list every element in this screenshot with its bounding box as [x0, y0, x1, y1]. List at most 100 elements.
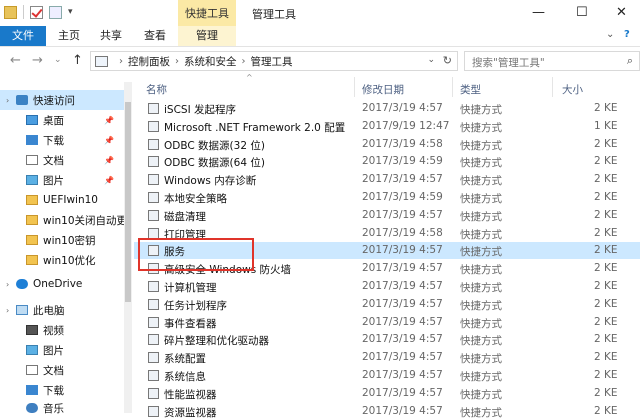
onedrive-icon — [16, 279, 28, 289]
download-icon — [26, 135, 38, 145]
file-size: 1 KE — [594, 119, 618, 132]
nav-item-pc-pictures[interactable]: 图片 — [0, 340, 132, 360]
file-row[interactable]: 性能监视器 2017/3/19 4:57 快捷方式 2 KE — [134, 385, 640, 402]
address-dropdown-button[interactable]: ⌄ — [427, 55, 435, 65]
nav-item-downloads[interactable]: 下载 📌 — [0, 130, 132, 150]
expander-icon[interactable]: › — [6, 96, 9, 105]
nav-item-uefiwin10[interactable]: UEFIwin10 — [0, 190, 132, 210]
file-type: 快捷方式 — [460, 193, 502, 205]
minimize-button[interactable]: — — [532, 5, 545, 20]
shortcut-icon — [148, 316, 159, 328]
file-type: 快捷方式 — [460, 157, 502, 170]
file-size: 2 KE — [594, 315, 618, 328]
file-size: 2 KE — [594, 226, 618, 239]
search-input[interactable]: 搜索"管理工具" ⌕ — [464, 51, 640, 71]
breadcrumb-admin-tools[interactable]: 管理工具 — [251, 54, 293, 69]
nav-item-documents[interactable]: 文档 📌 — [0, 150, 132, 170]
shortcut-icon — [148, 334, 159, 346]
search-icon[interactable]: ⌕ — [627, 54, 633, 68]
properties-icon[interactable] — [30, 5, 43, 19]
column-header-size[interactable]: 大小 — [562, 82, 583, 97]
refresh-icon[interactable]: ↻ — [443, 54, 452, 67]
file-type: 快捷方式 — [460, 299, 502, 312]
breadcrumb-separator[interactable]: › — [242, 56, 246, 67]
file-row[interactable]: Windows 内存诊断 2017/3/19 4:57 快捷方式 2 KE — [134, 171, 640, 188]
shortcut-icon — [148, 120, 159, 132]
expander-icon[interactable]: › — [6, 280, 9, 289]
column-divider[interactable] — [354, 77, 355, 97]
up-button[interactable]: ↑ — [72, 53, 83, 68]
nav-item-pc-documents[interactable]: 文档 — [0, 360, 132, 380]
file-row[interactable]: 任务计划程序 2017/3/19 4:57 快捷方式 2 KE — [134, 296, 640, 313]
nav-scrollbar-thumb[interactable] — [125, 102, 131, 302]
file-row[interactable]: 计算机管理 2017/3/19 4:57 快捷方式 2 KE — [134, 278, 640, 295]
nav-item-videos[interactable]: 视频 — [0, 320, 132, 340]
file-row[interactable]: 系统信息 2017/3/19 4:57 快捷方式 2 KE — [134, 367, 640, 384]
file-name: 任务计划程序 — [164, 299, 227, 312]
file-date: 2017/3/19 4:58 — [362, 137, 443, 150]
quick-access-toolbar: ▾ — [4, 5, 73, 19]
file-row[interactable]: ODBC 数据源(64 位) 2017/3/19 4:59 快捷方式 2 KE — [134, 153, 640, 170]
new-folder-icon[interactable] — [49, 5, 62, 19]
nav-item-win10-disable-update[interactable]: win10关闭自动更 — [0, 210, 132, 230]
address-field[interactable]: › 控制面板 › 系统和安全 › 管理工具 ⌄ ↻ — [90, 51, 458, 71]
nav-scrollbar[interactable] — [124, 82, 132, 413]
file-size: 2 KE — [594, 262, 618, 275]
tab-manage[interactable]: 管理 — [178, 26, 236, 46]
pin-icon: 📌 — [104, 135, 114, 145]
ribbon-expand-button[interactable]: ⌄ — [606, 29, 614, 40]
breadcrumb-system-security[interactable]: 系统和安全 — [184, 54, 237, 69]
nav-item-music[interactable]: 音乐 — [0, 398, 132, 418]
close-button[interactable]: ✕ — [616, 5, 627, 20]
shortcut-icon — [148, 103, 159, 114]
file-type: 快捷方式 — [460, 335, 502, 348]
file-size: 2 KE — [594, 155, 618, 168]
file-type: 快捷方式 — [460, 121, 502, 134]
column-divider[interactable] — [552, 77, 553, 97]
tab-share[interactable]: 共享 — [92, 26, 130, 46]
file-row[interactable]: 事件查看器 2017/3/19 4:57 快捷方式 2 KE — [134, 314, 640, 331]
shortcut-icon — [148, 209, 159, 221]
file-row[interactable]: ODBC 数据源(32 位) 2017/3/19 4:58 快捷方式 2 KE — [134, 136, 640, 153]
column-header-date[interactable]: 修改日期 — [362, 82, 404, 97]
breadcrumb-control-panel[interactable]: 控制面板 — [128, 54, 170, 69]
file-row[interactable]: 磁盘清理 2017/3/19 4:57 快捷方式 2 KE — [134, 207, 640, 224]
forward-button[interactable]: → — [32, 53, 43, 68]
shortcut-icon — [148, 405, 159, 417]
file-row[interactable]: 碎片整理和优化驱动器 2017/3/19 4:57 快捷方式 2 KE — [134, 331, 640, 348]
column-header-name[interactable]: 名称 — [146, 82, 167, 97]
nav-item-pc-downloads[interactable]: 下载 — [0, 380, 132, 400]
recent-locations-button[interactable]: ⌄ — [54, 55, 62, 65]
tab-home[interactable]: 主页 — [50, 26, 88, 46]
file-row[interactable]: iSCSI 发起程序 2017/3/19 4:57 快捷方式 2 KE — [134, 100, 640, 117]
nav-item-quick-access[interactable]: › 快速访问 — [0, 90, 132, 110]
breadcrumb-separator[interactable]: › — [175, 56, 179, 67]
shortcut-icon — [148, 192, 159, 203]
customize-toolbar-dropdown[interactable]: ▾ — [68, 7, 73, 17]
expander-icon[interactable]: › — [6, 306, 9, 315]
file-name: 性能监视器 — [164, 388, 217, 401]
file-row[interactable]: 资源监视器 2017/3/19 4:57 快捷方式 2 KE — [134, 403, 640, 420]
column-divider[interactable] — [452, 77, 453, 97]
nav-item-onedrive[interactable]: › OneDrive — [0, 274, 132, 294]
file-row[interactable]: Microsoft .NET Framework 2.0 配置 2017/9/19… — [134, 118, 640, 135]
nav-item-win10-key[interactable]: win10密钥 — [0, 230, 132, 250]
file-size: 2 KE — [594, 386, 618, 399]
tab-file[interactable]: 文件 — [0, 26, 46, 46]
back-button[interactable]: ← — [10, 53, 21, 68]
nav-item-pictures[interactable]: 图片 📌 — [0, 170, 132, 190]
shortcut-icon — [148, 174, 159, 186]
file-date: 2017/3/19 4:57 — [362, 386, 443, 399]
nav-item-win10-optimize[interactable]: win10优化 — [0, 250, 132, 270]
nav-item-this-pc[interactable]: › 此电脑 — [0, 300, 132, 320]
nav-item-desktop[interactable]: 桌面 📌 — [0, 110, 132, 130]
file-size: 2 KE — [594, 369, 618, 381]
maximize-button[interactable]: ☐ — [576, 5, 588, 20]
tab-view[interactable]: 查看 — [136, 26, 174, 46]
file-row[interactable]: 本地安全策略 2017/3/19 4:59 快捷方式 2 KE — [134, 189, 640, 206]
column-header-type[interactable]: 类型 — [460, 82, 481, 97]
file-name: 事件查看器 — [164, 317, 217, 330]
help-button[interactable]: ? — [624, 29, 630, 40]
file-row[interactable]: 系统配置 2017/3/19 4:57 快捷方式 2 KE — [134, 349, 640, 366]
file-date: 2017/3/19 4:57 — [362, 173, 443, 186]
